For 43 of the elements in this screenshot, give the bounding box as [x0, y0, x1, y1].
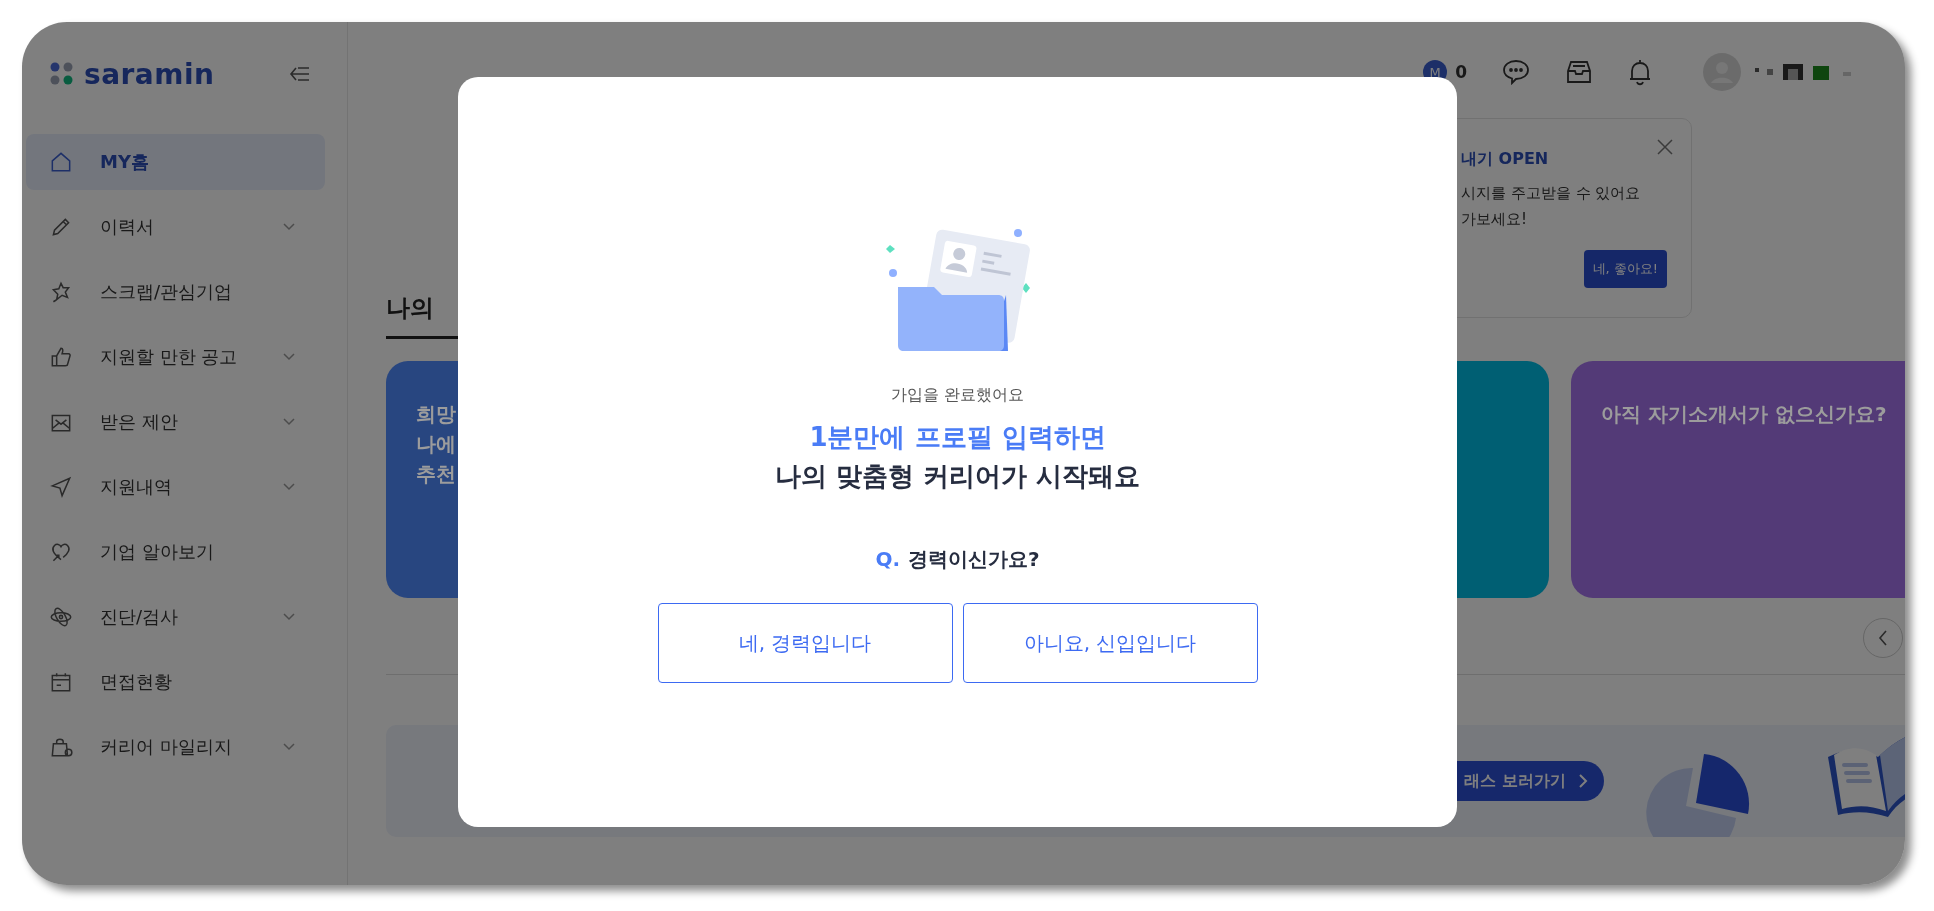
sidebar-item[interactable]: 면접현황 [26, 654, 325, 710]
logo-text[interactable]: saramin [84, 57, 215, 91]
chevron-right-icon [1577, 774, 1588, 788]
inbox-icon[interactable] [1565, 59, 1593, 85]
send-icon [48, 474, 74, 500]
sidebar-item[interactable]: 진단/검사 [26, 589, 325, 645]
dialog-subtitle: 가입을 완료했어요 [890, 385, 1025, 406]
dialog-headline: 나의 맞춤형 커리어가 시작돼요 [774, 460, 1141, 493]
chevron-down-icon [283, 483, 295, 491]
popover-text: 가보세요! [1461, 209, 1528, 230]
collapse-sidebar-icon[interactable] [289, 65, 311, 83]
sidebar-item[interactable]: 지원내역 [26, 459, 325, 515]
sidebar-item[interactable]: MY홈 [26, 134, 325, 190]
chevron-down-icon [283, 613, 295, 621]
card-text: 나에 [416, 431, 457, 458]
notification-bell-icon[interactable] [1627, 57, 1653, 87]
question-mark-label: Q. [875, 547, 900, 571]
card-text: 추천 [416, 461, 457, 488]
card-text: 아직 자기소개서가 없으신가요? [1601, 401, 1888, 428]
close-icon[interactable] [1657, 139, 1673, 155]
card-text: 희망 [416, 401, 457, 428]
popover-text: 시지를 주고받을 수 있어요 [1461, 183, 1642, 204]
mileage-count: 0 [1455, 62, 1467, 82]
promo-card[interactable]: 아직 자기소개서가 없으신가요? [1571, 361, 1905, 598]
dialog-headline: 1분만에 프로필 입력하면 [809, 421, 1106, 454]
sidebar-item[interactable]: 이력서 [26, 199, 325, 255]
answer-button[interactable]: 아니요, 신입입니다 [962, 603, 1258, 683]
chevron-down-icon [283, 418, 295, 426]
popover-title: 내기 OPEN [1461, 149, 1550, 170]
chevron-down-icon [283, 223, 295, 231]
logo-dots-icon [50, 62, 74, 86]
confirm-button[interactable]: 네, 좋아요! [1583, 250, 1667, 288]
chat-icon[interactable] [1501, 58, 1531, 86]
sidebar-item[interactable]: 기업 알아보기 [26, 524, 325, 580]
sidebar-item[interactable]: 받은 제안 [26, 394, 325, 450]
sidebar-item[interactable]: 커리어 마일리지 [26, 719, 325, 775]
answer-button[interactable]: 네, 경력입니다 [657, 603, 953, 683]
sidebar-item[interactable]: 스크랩/관심기업 [26, 264, 325, 320]
question-text: 경력이신가요? [908, 546, 1040, 573]
chevron-left-icon [1878, 630, 1888, 646]
chevron-down-icon [283, 743, 295, 751]
chevron-down-icon [283, 353, 295, 361]
sidebar-item[interactable]: 지원할 만한 공고 [26, 329, 325, 385]
